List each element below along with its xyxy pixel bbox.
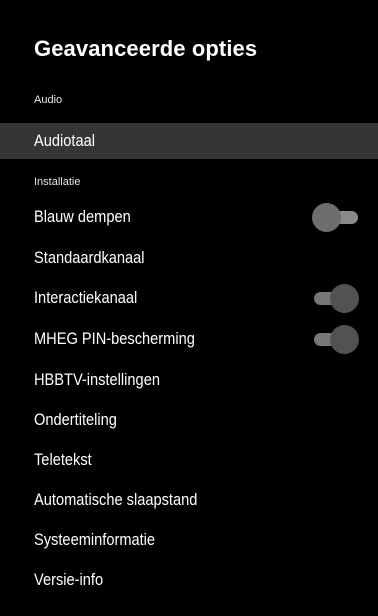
menu-item-label: Interactiekanaal [34, 288, 138, 307]
menu-item-ondertiteling[interactable]: Ondertiteling [0, 402, 378, 438]
menu-item-versie-info[interactable]: Versie-info [0, 562, 378, 598]
menu-item-audiotaal[interactable]: Audiotaal [0, 123, 378, 159]
section-header-installatie: Installatie [34, 176, 81, 188]
menu-item-systeeminformatie[interactable]: Systeeminformatie [0, 522, 378, 558]
page-title: Geavanceerde opties [34, 36, 258, 61]
advanced-options-panel: Geavanceerde opties Audio Audiotaal Inst… [0, 0, 378, 616]
menu-item-label: Teletekst [34, 450, 92, 469]
toggle-knob [330, 284, 359, 313]
mheg-pin-bescherming-toggle[interactable] [312, 321, 360, 357]
menu-item-label: Ondertiteling [34, 410, 117, 429]
menu-item-label: Systeeminformatie [34, 530, 156, 549]
menu-item-label: Automatische slaapstand [34, 490, 198, 509]
menu-item-automatische-slaapstand[interactable]: Automatische slaapstand [0, 482, 378, 518]
menu-item-label: HBBTV-instellingen [34, 370, 160, 389]
interactiekanaal-toggle[interactable] [312, 280, 360, 316]
menu-item-label: Standaardkanaal [34, 248, 145, 267]
menu-item-label: Blauw dempen [34, 207, 131, 226]
toggle-knob [312, 203, 341, 232]
menu-item-label: Versie-info [34, 570, 104, 589]
menu-item-label: MHEG PIN-bescherming [34, 329, 195, 348]
blauw-dempen-toggle[interactable] [312, 199, 360, 235]
toggle-knob [330, 325, 359, 354]
menu-item-teletekst[interactable]: Teletekst [0, 442, 378, 478]
section-header-audio: Audio [34, 94, 63, 106]
menu-item-standaardkanaal[interactable]: Standaardkanaal [0, 240, 378, 276]
menu-item-hbbtv-instellingen[interactable]: HBBTV-instellingen [0, 362, 378, 398]
menu-item-label: Audiotaal [34, 131, 95, 150]
